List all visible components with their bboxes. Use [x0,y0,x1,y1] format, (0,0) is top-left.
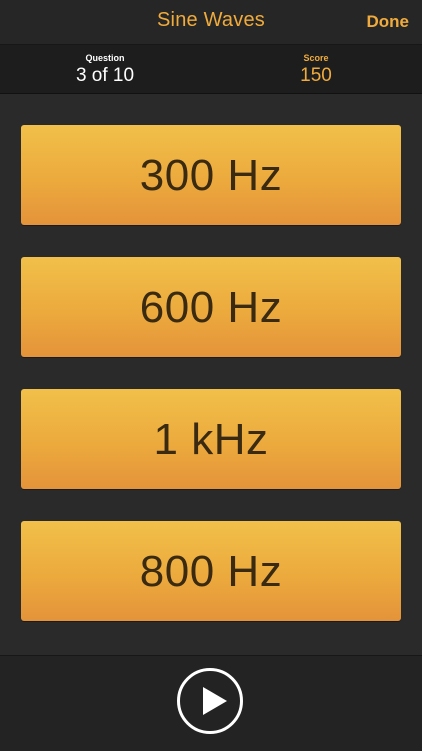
question-label: Question [85,53,125,63]
score-stat: Score 150 [256,52,376,88]
bottom-toolbar [0,655,422,751]
navigation-bar: Sine Waves Done [0,0,422,45]
play-button[interactable] [177,668,243,734]
answer-button-600hz[interactable]: 600 Hz [21,257,401,357]
answer-label: 800 Hz [139,547,283,596]
play-icon [203,687,227,715]
answer-label: 1 kHz [153,415,269,464]
answer-list: 300 Hz 600 Hz 1 kHz 800 Hz [21,125,401,653]
answer-button-800hz[interactable]: 800 Hz [21,521,401,621]
score-label: Score [303,53,329,63]
answer-button-1khz[interactable]: 1 kHz [21,389,401,489]
question-stat: Question 3 of 10 [45,52,165,88]
page-title: Sine Waves [157,9,265,31]
done-button[interactable]: Done [367,12,410,32]
answer-button-300hz[interactable]: 300 Hz [21,125,401,225]
stats-bar: Question 3 of 10 Score 150 [0,45,422,94]
answer-label: 600 Hz [139,283,283,332]
score-value: 150 [300,65,332,86]
question-value: 3 of 10 [75,65,135,86]
answer-label: 300 Hz [139,151,283,200]
